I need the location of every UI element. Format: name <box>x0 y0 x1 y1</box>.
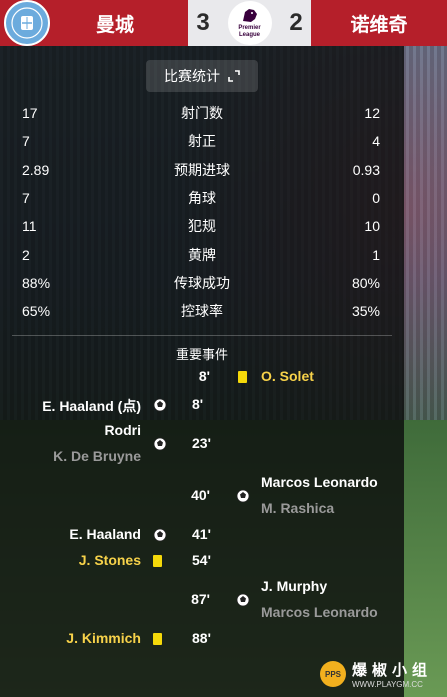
event-minute: 40' <box>191 487 210 503</box>
event-minute: 8' <box>192 396 204 412</box>
goal-icon <box>153 398 167 412</box>
stat-away: 35% <box>351 303 380 320</box>
goal-icon <box>153 528 167 542</box>
event-player: O. Solet <box>261 368 314 384</box>
event-player: J. Murphy <box>261 578 328 594</box>
event-player: E. Haaland (点) <box>42 398 141 414</box>
event-minute: 23' <box>192 435 211 451</box>
stat-away: 80% <box>351 274 380 291</box>
stat-label: 黄牌 <box>188 246 216 263</box>
match-stats-panel: 比赛统计 17 射门数 12 7 射正 4 2.89 预期进球 0.93 7 角球 0 11 犯规 10 2 黄… <box>0 46 404 697</box>
event-player: E. Haaland <box>69 526 141 542</box>
stat-row: 2.89 预期进球 0.93 <box>0 156 404 184</box>
site-watermark: PPS 爆椒小组 WWW.PLAYGM.CC <box>320 656 442 692</box>
away-team-name: 诺维奇 <box>350 14 408 36</box>
stat-row: 11 犯规 10 <box>0 212 404 240</box>
goal-icon <box>236 489 250 503</box>
event-minute: 54' <box>192 552 211 568</box>
league-logo-text: Premier League <box>238 25 261 38</box>
expand-icon <box>228 70 240 82</box>
match-stats-button[interactable]: 比赛统计 <box>146 60 258 92</box>
stat-label: 角球 <box>188 189 216 206</box>
home-score: 3 <box>196 9 210 36</box>
home-team-crest <box>4 0 50 46</box>
stat-label: 控球率 <box>181 303 223 320</box>
scorebox: 3 Premier League 2 <box>188 0 311 46</box>
stat-label: 传球成功 <box>174 274 230 291</box>
stat-away: 12 <box>364 105 380 121</box>
watermark-badge: PPS <box>320 661 346 687</box>
events-title: 重要事件 <box>175 347 228 362</box>
yellow-card-icon <box>153 555 162 567</box>
watermark-sub-text: WWW.PLAYGM.CC <box>352 680 423 689</box>
event-minute: 8' <box>198 368 210 384</box>
stat-away: 0 <box>372 189 380 206</box>
event-assist: K. De Bruyne <box>53 448 141 464</box>
home-team-name: 曼城 <box>96 14 135 36</box>
stat-away: 10 <box>364 218 380 235</box>
stat-away: 4 <box>372 133 380 150</box>
away-team-bar[interactable]: 诺维奇 <box>311 0 447 46</box>
event-player: J. Kimmich <box>66 630 141 646</box>
away-score: 2 <box>289 9 303 36</box>
goal-icon <box>153 437 167 451</box>
stat-row: 88% 传球成功 80% <box>0 269 404 297</box>
event-player: Marcos Leonardo <box>261 474 378 490</box>
stat-away: 1 <box>372 246 380 263</box>
score-header: 曼城 3 Premier League 2 诺维奇 <box>0 0 447 46</box>
event-minute: 41' <box>192 526 211 542</box>
stat-row: 7 射正 4 <box>0 127 404 155</box>
divider <box>12 335 392 336</box>
stat-label: 射门数 <box>181 105 223 121</box>
stat-label: 预期进球 <box>174 161 230 178</box>
stat-row: 17 射门数 12 <box>0 99 404 127</box>
stat-row: 65% 控球率 35% <box>0 297 404 325</box>
yellow-card-icon <box>238 371 247 383</box>
crest-icon <box>11 7 43 39</box>
panel-title-label: 比赛统计 <box>164 68 220 84</box>
event-player: Rodri <box>104 422 141 438</box>
event-minute: 87' <box>191 591 210 607</box>
event-player: J. Stones <box>78 552 141 568</box>
lion-icon <box>242 9 257 22</box>
stat-away: 0.93 <box>352 161 380 178</box>
yellow-card-icon <box>153 633 162 645</box>
goal-icon <box>236 593 250 607</box>
stat-row: 2 黄牌 1 <box>0 241 404 269</box>
stat-label: 犯规 <box>188 218 216 235</box>
home-team-bar[interactable]: 曼城 <box>0 0 188 46</box>
stat-label: 射正 <box>188 133 216 150</box>
event-assist: M. Rashica <box>261 500 335 516</box>
watermark-main-text: 爆椒小组 <box>352 662 433 679</box>
event-assist: Marcos Leonardo <box>261 604 378 620</box>
stat-row: 7 角球 0 <box>0 184 404 212</box>
premier-league-logo: Premier League <box>227 1 272 45</box>
event-minute: 88' <box>192 630 211 646</box>
